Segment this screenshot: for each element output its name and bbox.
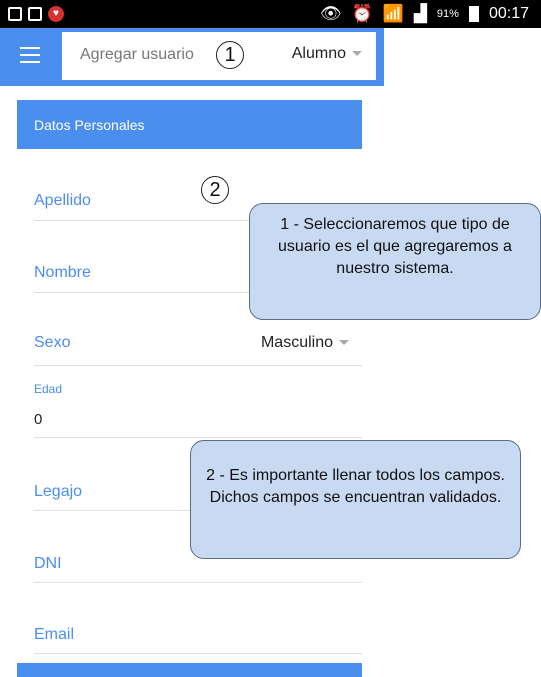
menu-icon[interactable] [16,42,44,72]
annotation-marker-2: 2 [201,176,229,204]
edad-field[interactable]: 0 [34,411,42,428]
bottom-button-bar[interactable] [17,663,362,677]
section-title: Datos Personales [34,117,145,133]
edad-underline [34,437,362,438]
edad-label: Edad [34,382,63,396]
sexo-value: Masculino [260,334,333,351]
page-title: Agregar usuario [80,46,194,63]
tooltip-2: 2 - Es importante llenar todos los campo… [190,440,521,559]
sexo-label: Sexo [34,334,71,351]
clock: 00:17 [488,5,529,22]
user-type-select[interactable]: Alumno [292,45,362,63]
alarm-icon: ⏰ [351,4,373,23]
status-system-icons: 👁 ⏰ 📶 ▟ 91% 00:17 [320,4,529,24]
sexo-underline [34,365,362,366]
nombre-field[interactable]: Nombre [34,264,91,282]
legajo-field[interactable]: Legajo [34,483,82,501]
image-notification-icon [28,7,42,21]
status-notification-icons: ♥ [8,6,64,22]
eye-icon: 👁 [319,4,342,23]
chevron-down-icon [352,51,362,57]
email-field[interactable]: Email [34,626,74,644]
battery-percent: 91% [436,8,459,20]
heart-notification-icon: ♥ [48,6,64,22]
tooltip-1: 1 - Seleccionaremos que tipo de usuario … [249,203,541,320]
battery-icon [468,6,479,22]
dni-underline [34,582,362,583]
apellido-field[interactable]: Apellido [34,192,91,210]
signal-icon: ▟ [413,4,427,23]
user-type-value: Alumno [291,45,346,62]
app-bar: Agregar usuario 1 Alumno [0,28,384,86]
section-header: Datos Personales [17,100,362,149]
chevron-down-icon [339,340,349,346]
notification-icon [8,7,22,21]
wifi-icon: 📶 [382,4,404,23]
sexo-select[interactable]: Masculino [261,334,349,352]
email-underline [34,653,362,654]
app-bar-card: Agregar usuario 1 Alumno [62,32,376,80]
status-bar: ♥ 👁 ⏰ 📶 ▟ 91% 00:17 [0,0,541,28]
annotation-marker-1: 1 [216,41,244,69]
dni-field[interactable]: DNI [34,555,62,573]
